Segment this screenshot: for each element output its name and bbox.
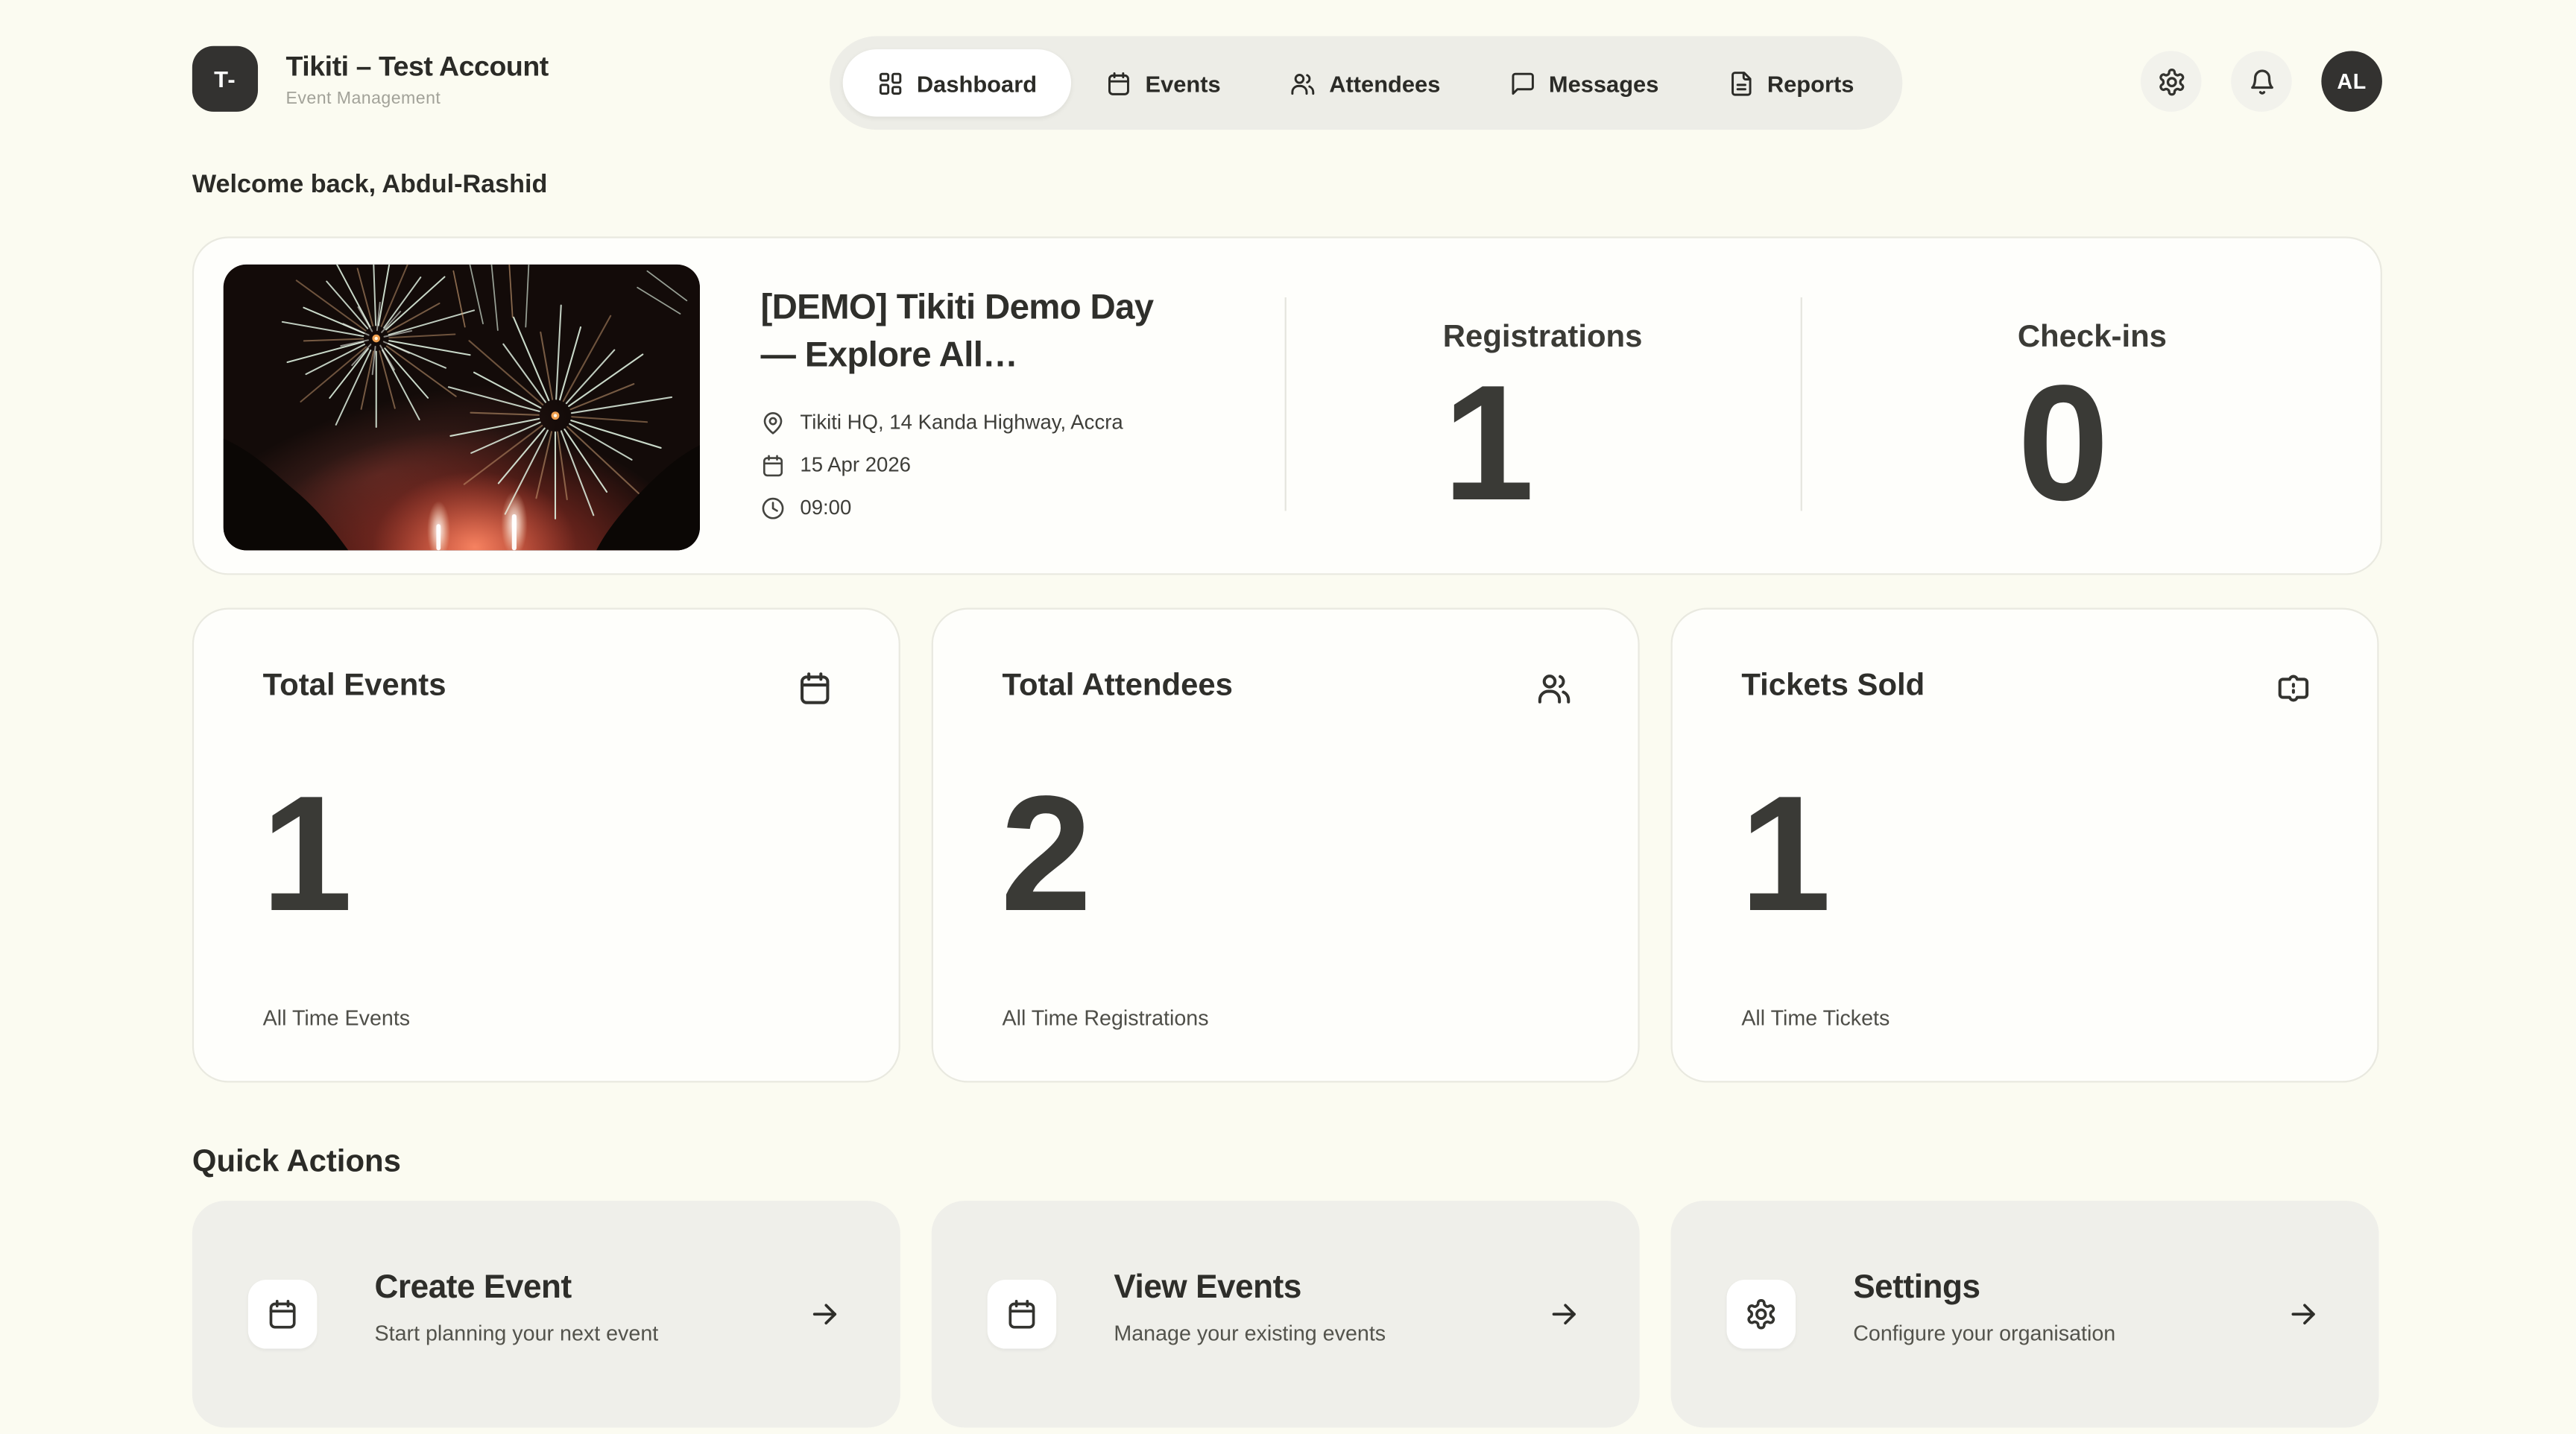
gear-icon — [2156, 66, 2186, 96]
clock-icon — [760, 496, 785, 520]
nav-tab-dashboard[interactable]: Dashboard — [842, 49, 1072, 117]
org-logo: T- — [192, 45, 259, 112]
org-subtitle: Event Management — [285, 87, 441, 108]
arrow-right-icon — [808, 1298, 841, 1330]
card-value: 2 — [1000, 762, 1092, 947]
view-events-action[interactable]: View Events Manage your existing events — [931, 1201, 1640, 1428]
event-date-row: 15 Apr 2026 — [760, 443, 1204, 486]
event-location: Tikiti HQ, 14 Kanda Highway, Accra — [800, 411, 1123, 434]
users-icon — [1289, 70, 1316, 96]
action-subtitle: Manage your existing events — [1114, 1321, 1386, 1346]
card-value: 1 — [1740, 762, 1831, 947]
action-subtitle: Configure your organisation — [1853, 1321, 2116, 1346]
nav-tab-events[interactable]: Events — [1071, 49, 1255, 116]
total-attendees-card: Total Attendees 2 All Time Registrations — [931, 607, 1640, 1083]
stat-value: 1 — [1442, 351, 1535, 536]
action-subtitle: Start planning your next event — [374, 1321, 659, 1346]
notifications-button[interactable] — [2231, 51, 2292, 112]
gear-icon — [1726, 1279, 1796, 1349]
event-checkins-stat: Check-ins 0 — [1801, 239, 2384, 574]
card-title: Tickets Sold — [1741, 669, 1925, 704]
quick-actions-row: Create Event Start planning your next ev… — [192, 1201, 2379, 1428]
nav-tab-label: Events — [1145, 69, 1221, 96]
dashboard-page: T- Tikiti – Test Account Event Managemen… — [0, 0, 2576, 1434]
create-event-action[interactable]: Create Event Start planning your next ev… — [192, 1201, 900, 1428]
calendar-icon — [797, 670, 833, 706]
event-time-row: 09:00 — [760, 486, 1204, 528]
arrow-right-icon — [1547, 1298, 1580, 1330]
event-title: [DEMO] Tikiti Demo Day — Explore All… — [760, 287, 1154, 375]
event-date: 15 Apr 2026 — [800, 453, 911, 477]
event-location-row: Tikiti HQ, 14 Kanda Highway, Accra — [760, 401, 1204, 443]
action-title: Create Event — [374, 1269, 572, 1307]
event-registrations-stat: Registrations 1 — [1285, 239, 1801, 574]
card-title: Total Attendees — [1002, 669, 1233, 704]
nav-tab-attendees[interactable]: Attendees — [1255, 49, 1475, 116]
calendar-icon — [987, 1279, 1057, 1349]
org-brand: T- Tikiti – Test Account Event Managemen… — [192, 45, 549, 112]
arrow-right-icon — [2287, 1298, 2320, 1330]
nav-tab-label: Attendees — [1329, 69, 1441, 96]
settings-button[interactable] — [2140, 51, 2202, 112]
nav-tab-reports[interactable]: Reports — [1693, 49, 1889, 116]
calendar-icon — [247, 1279, 318, 1349]
stats-row: Total Events 1 All Time Events Total Att… — [192, 607, 2379, 1083]
org-name: Tikiti – Test Account — [285, 50, 549, 82]
calendar-icon — [1106, 70, 1132, 96]
map-pin-icon — [760, 410, 785, 435]
event-time: 09:00 — [800, 496, 852, 519]
card-caption: All Time Tickets — [1741, 1005, 1890, 1030]
quick-actions-heading: Quick Actions — [192, 1144, 401, 1180]
tickets-sold-card: Tickets Sold 1 All Time Tickets — [1670, 607, 2379, 1083]
action-title: Settings — [1853, 1269, 1980, 1307]
settings-action[interactable]: Settings Configure your organisation — [1670, 1201, 2379, 1428]
card-caption: All Time Registrations — [1002, 1005, 1209, 1030]
featured-event-card[interactable]: [DEMO] Tikiti Demo Day — Explore All… Ti… — [192, 236, 2382, 575]
topbar-actions: AL — [2140, 51, 2382, 112]
welcome-heading: Welcome back, Abdul-Rashid — [192, 171, 548, 199]
nav-tab-label: Reports — [1767, 69, 1854, 96]
users-icon — [1536, 670, 1572, 706]
stat-value: 0 — [2017, 351, 2109, 536]
message-bubble-icon — [1509, 70, 1535, 96]
user-avatar[interactable]: AL — [2321, 51, 2382, 112]
ticket-icon — [2276, 670, 2311, 706]
nav-tab-messages[interactable]: Messages — [1475, 49, 1693, 116]
nav-tab-label: Dashboard — [916, 69, 1038, 96]
action-title: View Events — [1114, 1269, 1302, 1307]
dashboard-grid-icon — [877, 70, 903, 96]
card-caption: All Time Events — [262, 1005, 411, 1030]
card-title: Total Events — [262, 669, 446, 704]
calendar-icon — [760, 452, 785, 477]
event-cover-image — [223, 264, 700, 551]
document-icon — [1728, 70, 1754, 96]
card-value: 1 — [261, 762, 353, 947]
main-nav: Dashboard Events Attendees Messages Repo… — [830, 36, 1902, 130]
total-events-card: Total Events 1 All Time Events — [192, 607, 900, 1083]
bell-icon — [2247, 66, 2276, 96]
nav-tab-label: Messages — [1548, 69, 1659, 96]
